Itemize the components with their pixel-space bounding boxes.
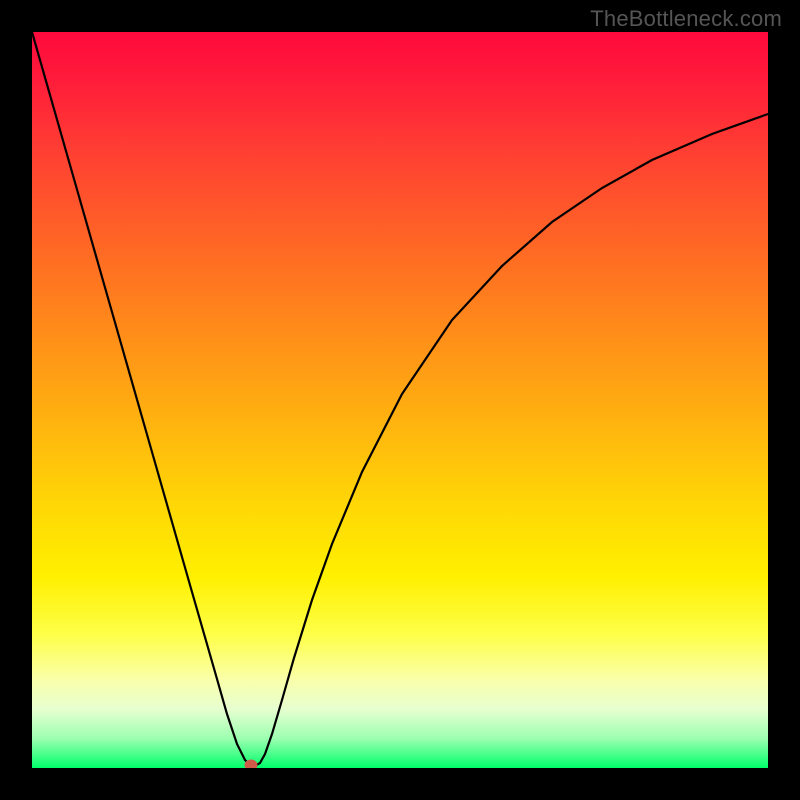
optimum-marker [245, 760, 257, 768]
plot-area [32, 32, 768, 768]
chart-container: TheBottleneck.com [0, 0, 800, 800]
bottleneck-curve [32, 32, 768, 766]
curve-svg [32, 32, 768, 768]
watermark-text: TheBottleneck.com [590, 6, 782, 32]
